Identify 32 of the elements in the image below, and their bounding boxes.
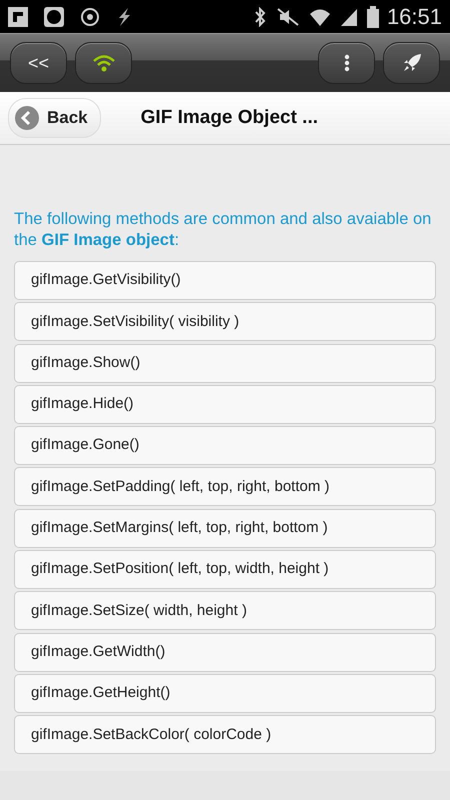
app-icon: [8, 6, 28, 26]
method-item[interactable]: gifImage.SetSize( width, height ): [14, 591, 436, 630]
method-item[interactable]: gifImage.Gone(): [14, 426, 436, 466]
rocket-icon: [402, 53, 422, 73]
menu-button[interactable]: [318, 42, 375, 84]
method-item[interactable]: gifImage.GetWidth(): [14, 632, 436, 672]
power-icon: [80, 6, 100, 26]
method-item[interactable]: gifImage.GetVisibility(): [14, 261, 436, 300]
menu-icon: [344, 54, 350, 72]
wifi-icon: [92, 54, 116, 72]
wifi-icon: [308, 6, 331, 26]
page-title: GIF Image Object ...: [140, 106, 318, 130]
mute-icon: [274, 6, 301, 26]
battery-icon: [366, 6, 379, 28]
method-item[interactable]: gifImage.Hide(): [14, 384, 436, 424]
back-button[interactable]: <<: [10, 42, 67, 84]
method-item[interactable]: gifImage.SetMargins( left, top, right, bottom ): [14, 508, 436, 548]
back-button[interactable]: Back: [8, 98, 101, 138]
method-item[interactable]: gifImage.Show(): [14, 344, 436, 383]
method-item[interactable]: gifImage.SetPosition( left, top, width, height ): [14, 550, 436, 590]
method-item[interactable]: gifImage.SetBackColor( colorCode ): [14, 715, 436, 754]
lightning-icon: [116, 6, 132, 26]
app-icon: [44, 6, 64, 26]
signal-icon: [338, 6, 359, 26]
clock: 16:51: [386, 3, 442, 31]
intro-text: The following methods are common and also avaiable on the GIF Image object:: [14, 209, 432, 251]
method-item[interactable]: gifImage.SetPadding( left, top, right, bottom ): [14, 467, 436, 506]
rocket-button[interactable]: [383, 42, 440, 84]
method-item[interactable]: gifImage.GetHeight(): [14, 674, 436, 713]
wifi-button[interactable]: [75, 42, 132, 84]
method-item[interactable]: gifImage.SetVisibility( visibility ): [14, 302, 436, 342]
bluetooth-icon: [252, 6, 267, 26]
